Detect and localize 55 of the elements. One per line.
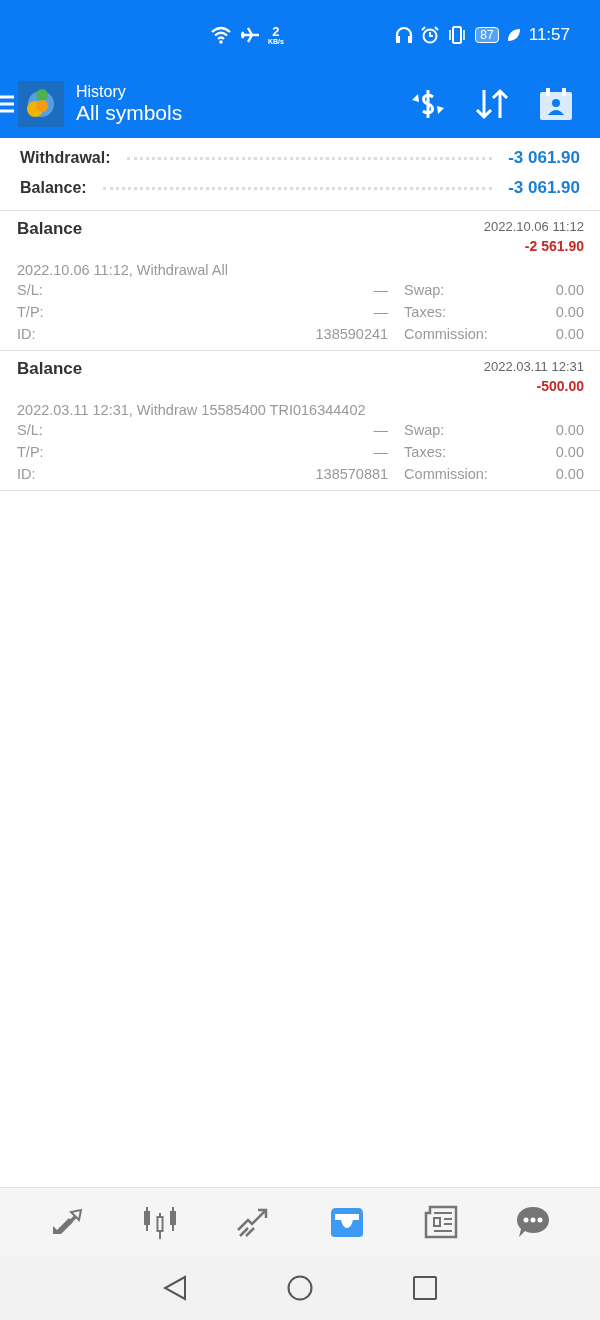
- summary-label: Withdrawal:: [20, 149, 111, 167]
- deal-time: 2022.03.11 12:31: [483, 359, 584, 374]
- deal-comment: 2022.10.06 11:12, Withdrawal All: [17, 262, 229, 278]
- field-label: T/P:: [17, 304, 44, 320]
- deal-time: 2022.10.06 11:12: [483, 219, 584, 234]
- candlestick-icon: [142, 1205, 178, 1239]
- field-value: —: [373, 282, 389, 298]
- field-value: 138590241: [315, 326, 389, 342]
- field-label: S/L:: [17, 282, 43, 298]
- field-label: S/L:: [17, 422, 43, 438]
- field-label: ID:: [17, 466, 36, 482]
- field-value: —: [373, 304, 389, 320]
- deal-amount: -500.00: [536, 378, 584, 394]
- screen-title: All symbols: [76, 101, 183, 125]
- field-value: 0.00: [555, 444, 584, 460]
- network-speed: 2: [272, 25, 280, 38]
- vibrate-icon: [447, 26, 468, 44]
- deal-comment: 2022.03.11 12:31, Withdraw 15585400 TRI016344402: [17, 402, 367, 418]
- field-label: Commission:: [404, 326, 488, 342]
- inbox-icon: [328, 1206, 365, 1238]
- field-value: 138570881: [315, 466, 389, 482]
- field-value: 0.00: [555, 422, 584, 438]
- screen-subtitle: History: [76, 83, 127, 101]
- headphones-icon: [395, 26, 414, 44]
- battery-level: 87: [475, 27, 499, 43]
- clock-time: 11:57: [528, 25, 570, 45]
- airplane-icon: [240, 26, 260, 44]
- field-label: Commission:: [404, 466, 488, 482]
- deal-type: Balance: [17, 219, 83, 240]
- summary-value: -3 061.90: [508, 178, 580, 198]
- field-label: Taxes:: [404, 444, 446, 460]
- field-value: —: [373, 422, 389, 438]
- alarm-icon: [421, 26, 440, 44]
- chat-bubble-icon: [515, 1205, 552, 1239]
- field-value: 0.00: [555, 282, 584, 298]
- wifi-icon: [210, 26, 232, 44]
- back-icon[interactable]: [163, 1275, 187, 1301]
- field-label: Swap:: [404, 422, 445, 438]
- deal-amount: -2 561.90: [524, 238, 584, 254]
- field-label: ID:: [17, 326, 36, 342]
- field-label: Swap:: [404, 282, 445, 298]
- recents-icon[interactable]: [413, 1276, 437, 1300]
- field-label: T/P:: [17, 444, 44, 460]
- summary-label: Balance:: [20, 179, 87, 197]
- field-label: Taxes:: [404, 304, 446, 320]
- deal-type: Balance: [17, 359, 83, 380]
- leaf-icon: [506, 28, 521, 42]
- app-logo: [18, 81, 64, 127]
- field-value: 0.00: [555, 304, 584, 320]
- home-icon[interactable]: [287, 1275, 313, 1301]
- field-value: 0.00: [555, 466, 584, 482]
- field-value: —: [373, 444, 389, 460]
- summary-value: -3 061.90: [508, 148, 580, 168]
- menu-icon[interactable]: [0, 94, 14, 114]
- field-value: 0.00: [555, 326, 584, 342]
